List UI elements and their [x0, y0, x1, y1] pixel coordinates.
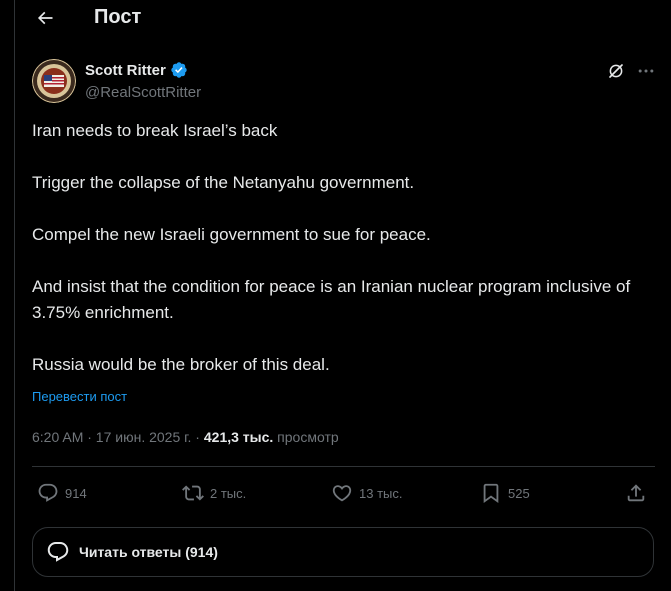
bookmark-icon	[483, 483, 499, 504]
author-handle[interactable]: @RealScottRitter	[85, 84, 201, 101]
reply-count: 914	[65, 485, 87, 501]
bookmark-button[interactable]: 525	[480, 482, 530, 504]
action-bar: 914 2 тыс. 13 тыс. 525	[15, 470, 671, 516]
heart-icon	[332, 485, 352, 502]
repost-icon	[182, 485, 204, 501]
reply-bubble-icon	[45, 539, 71, 565]
tweet-paragraph: Trigger the collapse of the Netanyahu go…	[32, 173, 415, 192]
reply-button[interactable]: 914	[37, 482, 87, 504]
translate-link[interactable]: Перевести пост	[32, 389, 127, 404]
repost-count: 2 тыс.	[210, 485, 247, 501]
views-count: 421,3 тыс.	[203, 429, 274, 445]
tweet-paragraph: Iran needs to break Israel’s back	[32, 121, 278, 140]
page-title: Пост	[94, 6, 142, 28]
tweet-paragraph: Compel the new Israeli government to sue…	[32, 225, 431, 244]
more-dots-icon	[638, 69, 654, 73]
read-replies-label: Читать ответы (914)	[79, 544, 218, 560]
timestamp[interactable]: 6:20 AM · 17 июн. 2025 г.	[32, 429, 191, 445]
verified-badge-icon[interactable]	[170, 61, 188, 79]
back-button[interactable]	[31, 4, 59, 32]
author-row: Scott Ritter	[85, 61, 188, 79]
author-name[interactable]: Scott Ritter	[85, 62, 166, 79]
repost-button[interactable]: 2 тыс.	[182, 482, 246, 504]
tweet-paragraph: Russia would be the broker of this deal.	[32, 355, 330, 374]
tweet-text: Iran needs to break Israel’s back Trigge…	[32, 118, 652, 404]
views-label: просмотр	[273, 429, 339, 445]
more-button[interactable]	[635, 60, 657, 82]
arrow-left-icon	[37, 11, 53, 25]
post-panel: Пост Scott Ritter @RealScottRitter Iran …	[14, 0, 671, 591]
divider	[32, 466, 655, 467]
grok-icon	[609, 64, 623, 78]
read-replies-button[interactable]: Читать ответы (914)	[32, 527, 654, 577]
tweet-meta: 6:20 AM · 17 июн. 2025 г. · 421,3 тыс. п…	[32, 429, 339, 445]
meta-separator: ·	[191, 429, 204, 445]
header: Пост	[15, 0, 671, 40]
avatar[interactable]	[32, 59, 76, 103]
tweet-paragraph: And insist that the condition for peace …	[32, 277, 631, 322]
share-icon	[627, 484, 645, 502]
like-count: 13 тыс.	[359, 485, 403, 501]
bookmark-count: 525	[508, 485, 530, 501]
reply-bubble-icon	[38, 483, 58, 502]
grok-button[interactable]	[605, 60, 627, 82]
avatar-image	[33, 60, 75, 102]
share-button[interactable]	[625, 482, 653, 504]
like-button[interactable]: 13 тыс.	[331, 482, 402, 504]
